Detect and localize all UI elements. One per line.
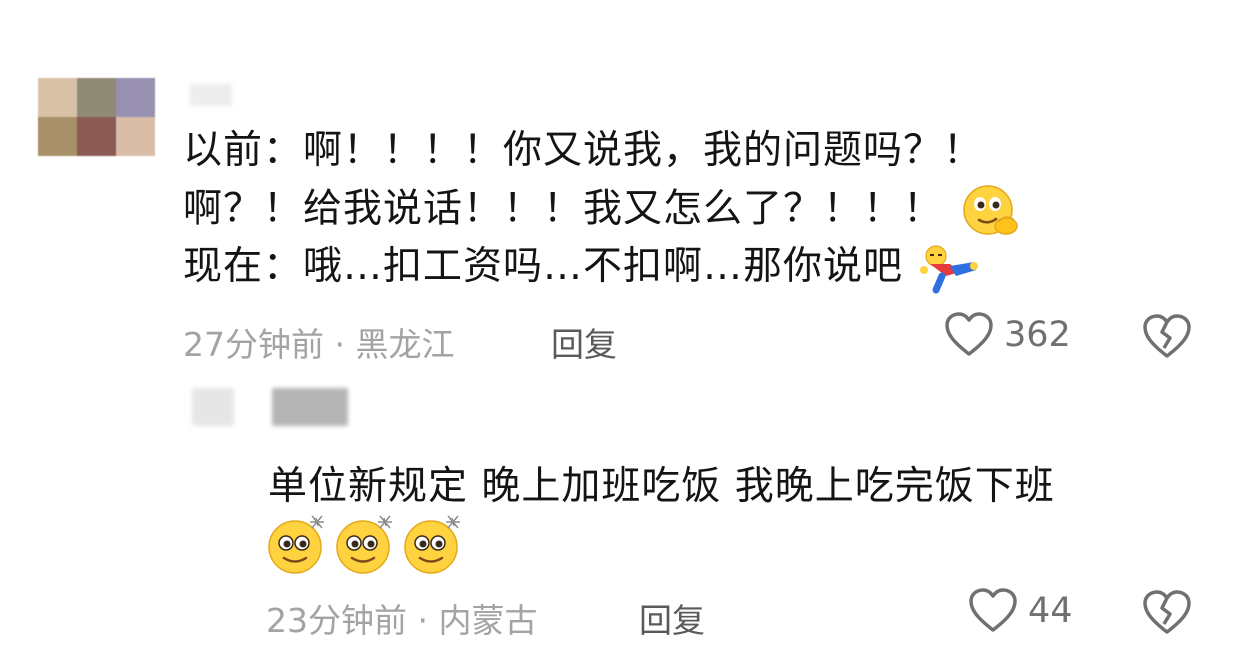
- comment-text-line-2: 啊？！给我说话！！！我又怎么了？！！！: [183, 180, 1022, 242]
- reply-username-blurred[interactable]: [272, 388, 348, 426]
- meta-separator: ·: [417, 601, 429, 640]
- reply-emoji-row: [266, 514, 464, 576]
- comment-meta: 27分钟前 · 黑龙江: [183, 318, 455, 366]
- comment-text-line-1: 以前：啊！！！！你又说我，我的问题吗？！: [183, 128, 984, 173]
- heart-outline-icon: [945, 312, 993, 356]
- dislike-button[interactable]: [1142, 314, 1192, 364]
- like-count: 362: [1004, 315, 1071, 355]
- thinking-face-emoji: [963, 185, 1019, 235]
- reply-time: 23分钟前: [266, 601, 407, 640]
- dazzled-face-emoji: [336, 515, 392, 574]
- dazzled-face-emoji: [404, 515, 460, 574]
- broken-heart-icon: [1143, 590, 1191, 634]
- reply-location: 内蒙古: [438, 601, 538, 640]
- like-button[interactable]: 362: [944, 312, 1071, 358]
- dislike-button[interactable]: [1142, 590, 1192, 640]
- lying-down-figure-emoji: [920, 244, 979, 293]
- reply-avatar-blurred[interactable]: [192, 388, 234, 426]
- comment-text-line-3: 现在：哦…扣工资吗…不扣啊…那你说吧: [183, 238, 980, 296]
- avatar[interactable]: [38, 78, 155, 156]
- reply-text-line-1: 单位新规定 晚上加班吃饭 我晚上吃完饭下班: [268, 464, 1055, 509]
- broken-heart-icon: [1143, 314, 1191, 358]
- comment-time: 27分钟前: [183, 325, 324, 364]
- reply-button[interactable]: 回复: [551, 318, 617, 366]
- heart-outline-icon: [969, 588, 1017, 632]
- reply-meta: 23分钟前 · 内蒙古: [266, 594, 538, 642]
- dazzled-face-emoji: [268, 515, 324, 574]
- reply-button[interactable]: 回复: [639, 594, 705, 642]
- like-count: 44: [1028, 591, 1073, 631]
- comment-location: 黑龙江: [355, 325, 455, 364]
- username-blurred[interactable]: [190, 84, 232, 106]
- meta-separator: ·: [334, 325, 346, 364]
- like-button[interactable]: 44: [968, 588, 1073, 634]
